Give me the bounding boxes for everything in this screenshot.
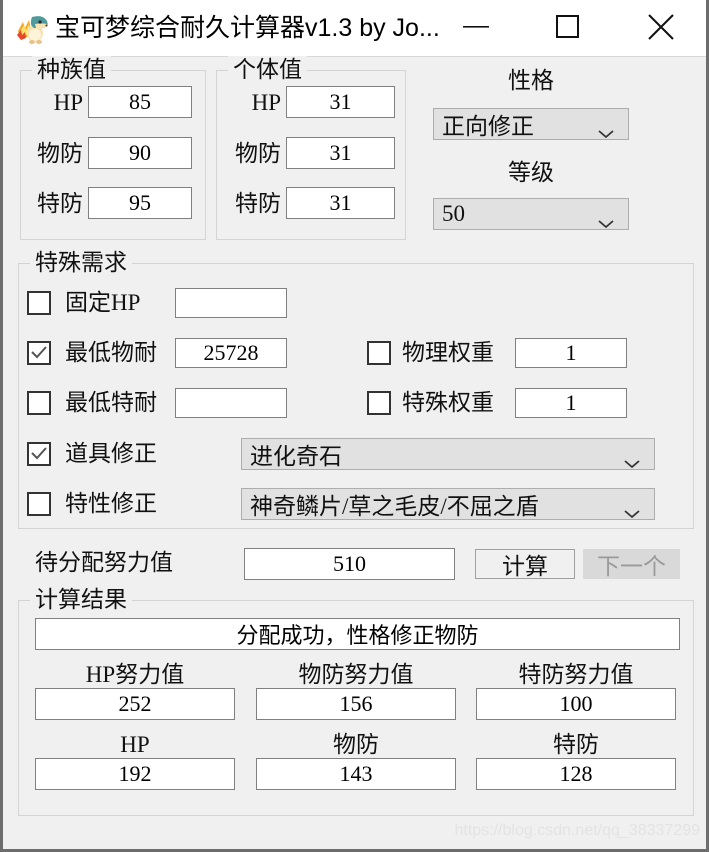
- min-spec-bulk-input[interactable]: [175, 388, 287, 418]
- level-label: 等级: [508, 160, 554, 185]
- close-icon: [648, 14, 674, 40]
- nature-label: 性格: [508, 68, 554, 93]
- iv-spdef-label: 特防: [235, 191, 281, 216]
- base-stats-group-title: 种族值: [32, 56, 111, 84]
- base-def-input[interactable]: 90: [88, 137, 192, 169]
- def-ev-value: 156: [256, 688, 456, 720]
- level-select[interactable]: 50: [433, 198, 629, 230]
- calculate-button[interactable]: 计算: [475, 549, 575, 579]
- ev-pool-label: 待分配努力值: [35, 550, 173, 575]
- min-spec-bulk-checkbox[interactable]: [27, 391, 51, 415]
- iv-spdef-input[interactable]: 31: [286, 187, 395, 219]
- spec-weight-label: 特殊权重: [402, 390, 494, 415]
- minimize-button[interactable]: [446, 0, 506, 54]
- fixed-hp-input[interactable]: [175, 288, 287, 318]
- phys-weight-label: 物理权重: [402, 340, 494, 365]
- result-status-field: 分配成功，性格修正物防: [35, 618, 680, 650]
- base-def-label: 物防: [37, 141, 83, 166]
- cyndaquil-sprite-icon: [16, 11, 52, 45]
- spdef-ev-value: 100: [476, 688, 676, 720]
- spec-weight-checkbox[interactable]: [367, 391, 391, 415]
- application-window: 宝可梦综合耐久计算器v1.3 by Jo... 种族值 HP 85 物防 90 …: [0, 0, 709, 852]
- special-requirements-group-title: 特殊需求: [30, 249, 132, 277]
- item-mod-label: 道具修正: [65, 441, 157, 466]
- phys-weight-checkbox[interactable]: [367, 341, 391, 365]
- ability-mod-checkbox[interactable]: [27, 492, 51, 516]
- window-title: 宝可梦综合耐久计算器v1.3 by Jo...: [55, 14, 440, 42]
- title-bar: 宝可梦综合耐久计算器v1.3 by Jo...: [3, 0, 706, 57]
- iv-hp-label: HP: [251, 90, 281, 115]
- hp-ev-label: HP努力值: [85, 662, 185, 687]
- iv-def-input[interactable]: 31: [286, 137, 395, 169]
- iv-def-label: 物防: [235, 141, 281, 166]
- watermark-text: https://blog.csdn.net/qq_38337299: [454, 822, 700, 839]
- base-spdef-label: 特防: [37, 191, 83, 216]
- min-spec-bulk-label: 最低特耐: [65, 390, 157, 415]
- hp-stat-label: HP: [120, 732, 150, 757]
- base-spdef-input[interactable]: 95: [88, 187, 192, 219]
- chevron-down-icon: [624, 499, 640, 519]
- ability-mod-select[interactable]: 神奇鳞片/草之毛皮/不屈之盾: [241, 488, 655, 520]
- check-icon: [31, 346, 47, 359]
- base-hp-input[interactable]: 85: [88, 86, 192, 118]
- spdef-stat-label: 特防: [553, 732, 599, 757]
- item-mod-selected-value: 进化奇石: [250, 444, 342, 469]
- def-ev-label: 物防努力值: [298, 662, 414, 687]
- nature-selected-value: 正向修正: [442, 114, 534, 139]
- chevron-down-icon: [598, 209, 614, 229]
- level-selected-value: 50: [442, 201, 465, 226]
- chevron-down-icon: [598, 119, 614, 139]
- def-stat-label: 物防: [333, 732, 379, 757]
- ability-mod-selected-value: 神奇鳞片/草之毛皮/不屈之盾: [250, 494, 539, 519]
- iv-hp-input[interactable]: 31: [286, 86, 395, 118]
- min-phys-bulk-input[interactable]: 25728: [175, 338, 287, 368]
- spec-weight-input[interactable]: 1: [515, 388, 627, 418]
- ability-mod-label: 特性修正: [65, 491, 157, 516]
- maximize-icon: [556, 15, 579, 38]
- chevron-down-icon: [624, 449, 640, 469]
- def-stat-value: 143: [256, 758, 456, 790]
- hp-stat-value: 192: [35, 758, 235, 790]
- results-group-title: 计算结果: [30, 586, 132, 614]
- nature-select[interactable]: 正向修正: [433, 108, 629, 140]
- hp-ev-value: 252: [35, 688, 235, 720]
- min-phys-bulk-label: 最低物耐: [65, 340, 157, 365]
- item-mod-checkbox[interactable]: [27, 442, 51, 466]
- spdef-stat-value: 128: [476, 758, 676, 790]
- base-hp-label: HP: [53, 90, 83, 115]
- fixed-hp-label: 固定HP: [65, 290, 141, 315]
- fixed-hp-checkbox[interactable]: [27, 291, 51, 315]
- min-phys-bulk-checkbox[interactable]: [27, 341, 51, 365]
- maximize-button[interactable]: [538, 0, 598, 54]
- minimize-icon: [463, 26, 489, 28]
- item-mod-select[interactable]: 进化奇石: [241, 438, 655, 470]
- phys-weight-input[interactable]: 1: [515, 338, 627, 368]
- spdef-ev-label: 特防努力值: [518, 662, 634, 687]
- next-button: 下一个: [583, 549, 680, 579]
- check-icon: [31, 447, 47, 460]
- close-button[interactable]: [631, 0, 691, 54]
- iv-group-title: 个体值: [228, 56, 307, 84]
- ev-pool-input[interactable]: 510: [244, 548, 455, 580]
